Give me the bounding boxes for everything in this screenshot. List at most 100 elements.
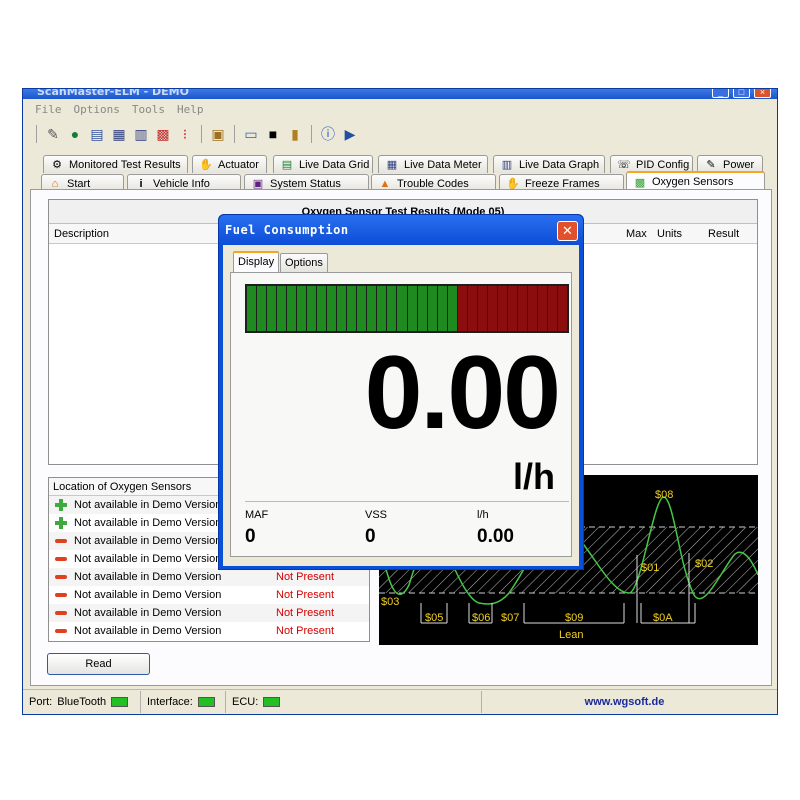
bar-segment-green [387,286,397,331]
toolbar-separator [311,125,312,143]
read-button[interactable]: Read [47,653,150,675]
port-value: BlueTooth [57,695,107,708]
info-icon[interactable]: ⓘ [319,125,337,143]
tab-label: Vehicle Info [153,177,210,190]
fuel-consumption-unit: l/h [513,456,555,497]
title-bar[interactable]: ScanMaster-ELM - DEMO _ □ × [23,89,777,99]
sensor-label: Not available in Demo Version [74,625,222,637]
ecu-led [263,696,281,707]
bar-segment-green [337,286,347,331]
bar-segment-green [267,286,277,331]
menu-file[interactable]: File [35,103,62,116]
bar-segment-red [517,286,527,331]
tab-label: Monitored Test Results [69,158,181,171]
lh-value: 0.00 [477,526,514,547]
graph-label-0a: $0A [653,612,673,624]
minus-icon [55,571,67,583]
list-item[interactable]: Not available in Demo Version Not Present [49,586,369,604]
toolbar-separator [201,125,202,143]
exit-icon[interactable]: ▶ [341,125,359,143]
chart-icon: ▥ [501,159,513,171]
minus-icon [55,553,67,565]
bar-segment-red [527,286,537,331]
colors-icon[interactable]: ▩ [154,125,172,143]
column-description[interactable]: Description [54,228,109,240]
wrench-icon[interactable]: ✎ [44,125,62,143]
port-label: Port: [29,695,53,708]
toolbar-grip [36,125,37,143]
column-max[interactable]: Max [626,228,647,240]
tab-label: System Status [270,177,341,190]
bar-segment-green [357,286,367,331]
website-link[interactable]: www.wgsoft.de [585,696,665,708]
tab-label: PID Config [636,158,690,171]
toolbar: ✎ ● ▤ ▦ ▥ ▩ ⁝ ▣ ▭ ■ ▮ ⓘ ▶ [23,122,777,146]
bar-segment-green [437,286,447,331]
tab-oxygen-sensors[interactable]: ▩ Oxygen Sensors [626,171,765,191]
document-icon[interactable]: ▤ [88,125,106,143]
globe-icon[interactable]: ● [66,125,84,143]
fuel-consumption-value: 0.00 [364,335,561,451]
sensor-label: Not available in Demo Version [74,499,222,511]
tab-options[interactable]: Options [280,253,328,272]
tab-live-data-graph[interactable]: ▥ Live Data Graph [493,155,605,173]
graph-label-03: $03 [381,596,399,608]
chat-icon[interactable]: ▭ [242,125,260,143]
sensor-icon: ▩ [634,176,646,189]
graph-label-01: $01 [641,562,659,574]
tab-live-data-grid[interactable]: ▤ Live Data Grid [273,155,373,173]
toolbar-separator [234,125,235,143]
tab-label: Start [67,177,91,190]
maximize-button[interactable]: □ [733,89,750,98]
tab-label: Live Data Graph [519,158,600,171]
tab-actuator[interactable]: ✋ Actuator [192,155,267,173]
bar-segment-green [247,286,257,331]
graph-label-06: $06 [472,612,490,624]
tab-live-data-meter[interactable]: ▦ Live Data Meter [378,155,488,173]
fuel-consumption-dialog: Fuel Consumption ✕ Display Options 0.00 … [218,214,584,570]
sensor-status: Not Present [276,607,335,619]
bar-segment-green [377,286,387,331]
plus-icon [55,517,67,529]
traffic-light-icon[interactable]: ⁝ [176,125,194,143]
battery-icon[interactable]: ▮ [286,125,304,143]
graph-label-08: $08 [655,489,673,501]
dialog-close-button[interactable]: ✕ [557,221,578,241]
graph-label-05: $05 [425,612,443,624]
clipboard-icon[interactable]: ▣ [209,125,227,143]
tab-label: Live Data Grid [299,158,370,171]
terminal-icon[interactable]: ■ [264,125,282,143]
bar-segment-green [367,286,377,331]
menu-options[interactable]: Options [74,103,120,116]
sensor-status: Not Present [276,589,335,601]
tab-label: Power [723,158,755,171]
menu-help[interactable]: Help [177,103,204,116]
list-item[interactable]: Not available in Demo Version Not Present [49,568,369,586]
plus-icon [55,499,67,511]
tab-display[interactable]: Display [233,251,280,272]
bar-segment-red [497,286,507,331]
menu-tools[interactable]: Tools [132,103,165,116]
maf-value: 0 [245,526,256,547]
list-item[interactable]: Not available in Demo Version Not Present [49,604,369,622]
list-item[interactable]: Not available in Demo Version Not Present [49,622,369,640]
home-icon: ⌂ [51,177,59,190]
dialog-title-bar[interactable]: Fuel Consumption ✕ [219,215,583,245]
tab-monitored-test-results[interactable]: ⚙ Monitored Test Results [43,155,188,173]
dialog-body: Display Options 0.00 l/h MAF 0 VSS 0 l/h… [223,245,579,566]
window-title: ScanMaster-ELM - DEMO [37,88,189,98]
column-units[interactable]: Units [657,228,682,240]
graph-label-09: $09 [565,612,583,624]
sensor-status: Not Present [276,625,335,637]
info-icon: i [139,177,143,190]
phone-icon: ☏ [617,159,631,171]
status-interface: Interface: [141,690,226,713]
close-button[interactable]: × [754,89,771,98]
chart-icon[interactable]: ▥ [132,125,150,143]
minimize-button[interactable]: _ [712,89,729,98]
grid-icon[interactable]: ▦ [110,125,128,143]
hand-icon: ✋ [199,159,213,171]
status-ecu: ECU: [226,690,482,713]
column-result[interactable]: Result [708,228,739,240]
tab-label: Trouble Codes [397,177,469,190]
